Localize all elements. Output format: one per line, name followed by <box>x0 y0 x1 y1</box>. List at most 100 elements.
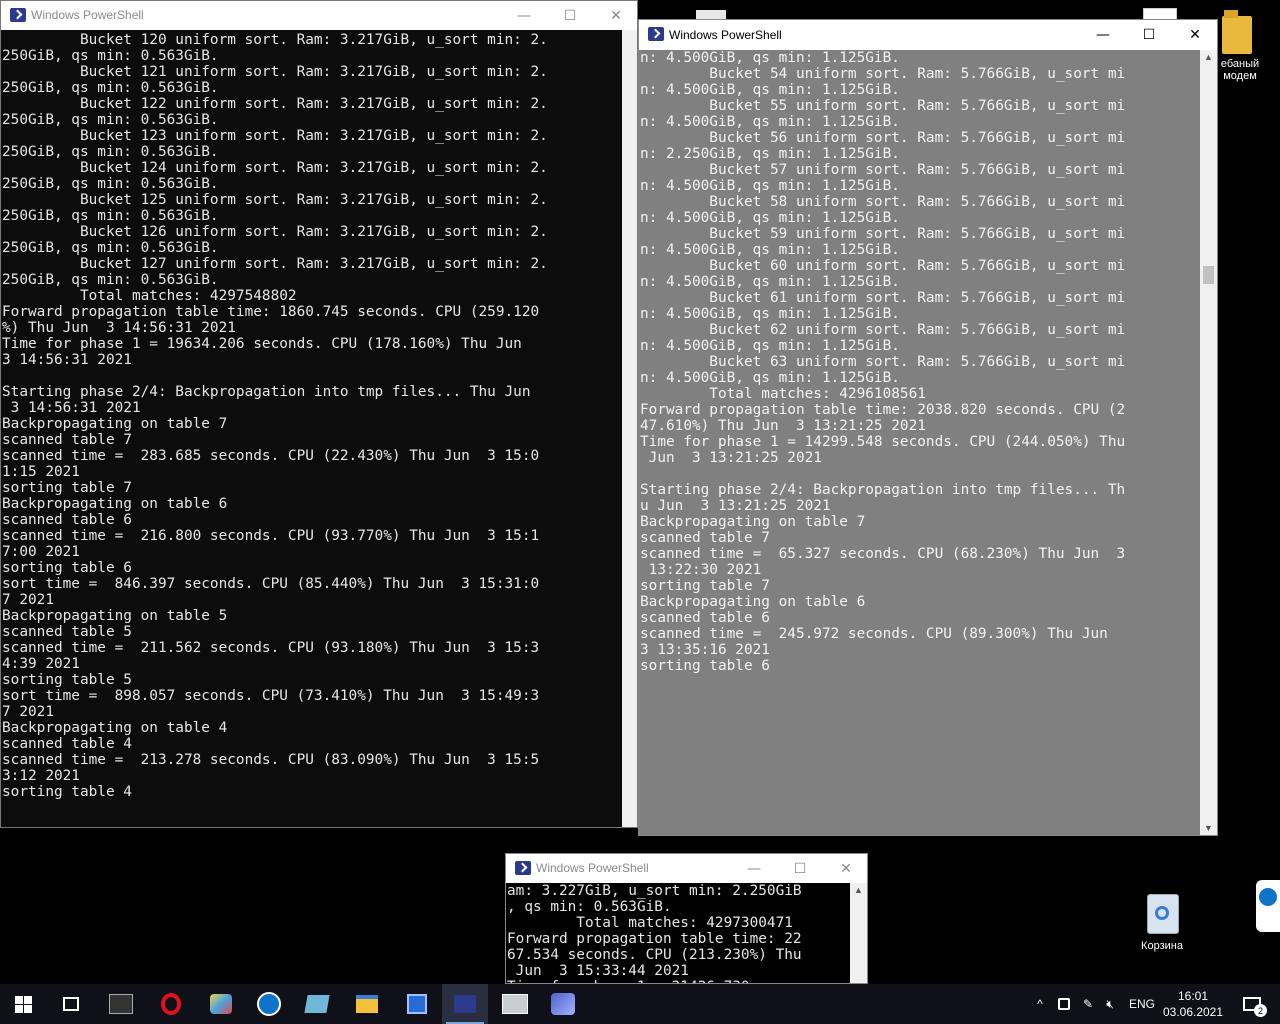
scroll-up-arrow[interactable]: ▲ <box>854 885 863 895</box>
scrollbar[interactable]: ▲ <box>850 883 867 983</box>
teamviewer-side-widget[interactable] <box>1256 880 1280 932</box>
console-line: 7:00 2021 <box>2 544 80 560</box>
console-line: scanned table 7 <box>640 530 770 546</box>
scroll-up-arrow[interactable]: ▲ <box>1204 52 1213 62</box>
powershell-icon <box>454 995 476 1013</box>
taskbar-app-blue[interactable] <box>294 984 340 1024</box>
minimize-button[interactable]: — <box>1080 20 1126 50</box>
scrollbar[interactable] <box>622 30 637 827</box>
teamviewer-icon <box>257 992 281 1016</box>
console-line: 250GiB, qs min: 0.563GiB. <box>2 48 219 64</box>
scroll-thumb[interactable] <box>1203 266 1214 284</box>
close-button[interactable]: ✕ <box>1172 20 1217 50</box>
tray-volume[interactable]: 🔇︎ <box>1100 984 1120 1024</box>
pen-icon: ✎ <box>1082 997 1094 1011</box>
folder-icon[interactable] <box>1222 10 1254 54</box>
console-line: 3 13:35:16 2021 <box>640 642 770 658</box>
start-button[interactable] <box>0 984 46 1024</box>
console-line: sort time = 898.057 seconds. CPU (73.410… <box>2 688 540 704</box>
console-line: 3 14:56:31 2021 <box>2 352 132 368</box>
tray-pen[interactable]: ✎ <box>1078 984 1098 1024</box>
console-line: n: 4.500GiB, qs min: 1.125GiB. <box>640 114 900 130</box>
taskbar-teamviewer[interactable] <box>246 984 292 1024</box>
console-line: Bucket 122 uniform sort. Ram: 3.217GiB, … <box>2 96 548 112</box>
close-button[interactable]: ✕ <box>823 854 867 883</box>
taskbar-save-app[interactable] <box>394 984 440 1024</box>
console-line: Bucket 63 uniform sort. Ram: 5.766GiB, u… <box>640 354 1126 370</box>
console-line: scanned time = 216.800 seconds. CPU (93.… <box>2 528 540 544</box>
minimize-button[interactable]: — <box>731 854 777 883</box>
console-line: scanned time = 213.278 seconds. CPU (83.… <box>2 752 540 768</box>
opera-icon <box>161 993 181 1015</box>
console-line: sorting table 7 <box>640 578 770 594</box>
tray-show-hidden[interactable]: ^ <box>1030 984 1050 1024</box>
powershell-window-left[interactable]: Windows PowerShell — ☐ ✕ Bucket 120 unif… <box>0 0 638 828</box>
scrollbar[interactable]: ▲ ▼ <box>1200 50 1217 835</box>
console-line: Bucket 125 uniform sort. Ram: 3.217GiB, … <box>2 192 548 208</box>
recycle-bin-icon[interactable] <box>1142 890 1182 934</box>
console-line: Bucket 121 uniform sort. Ram: 3.217GiB, … <box>2 64 548 80</box>
console-line: n: 4.500GiB, qs min: 1.125GiB. <box>640 82 900 98</box>
titlebar[interactable]: Windows PowerShell — ☐ ✕ <box>1 1 637 30</box>
taskbar-paint[interactable] <box>198 984 244 1024</box>
console-line: Bucket 126 uniform sort. Ram: 3.217GiB, … <box>2 224 548 240</box>
folder-label: ебаный модем <box>1220 58 1260 82</box>
console-line: 250GiB, qs min: 0.563GiB. <box>2 272 219 288</box>
taskbar: ^ ✎ 🔇︎ ENG 16:01 03.06.2021 2 <box>0 984 1280 1024</box>
window-title: Windows PowerShell <box>669 28 782 42</box>
minimize-button[interactable]: — <box>501 1 547 30</box>
maximize-button[interactable]: ☐ <box>547 1 593 30</box>
titlebar[interactable]: Windows PowerShell — ☐ ✕ <box>639 20 1217 50</box>
tray-language[interactable]: ENG <box>1124 984 1160 1024</box>
taskbar-opera[interactable] <box>148 984 194 1024</box>
tray-notifications[interactable]: 2 <box>1232 984 1272 1024</box>
console-line: 7 2021 <box>2 704 54 720</box>
taskbar-app-grey[interactable] <box>492 984 538 1024</box>
console-line: scanned table 5 <box>2 624 132 640</box>
tray-network[interactable] <box>1054 984 1074 1024</box>
console-output[interactable]: am: 3.227GiB, u_sort min: 2.250GiB, qs m… <box>507 883 802 983</box>
console-output[interactable]: n: 4.500GiB, qs min: 1.125GiB. Bucket 54… <box>640 50 1125 674</box>
taskbar-app-purple[interactable] <box>540 984 586 1024</box>
app-disc-icon <box>551 993 575 1015</box>
maximize-button[interactable]: ☐ <box>1126 20 1172 50</box>
app-icon <box>304 995 330 1013</box>
taskbar-file-explorer[interactable] <box>344 984 390 1024</box>
console-line: Bucket 127 uniform sort. Ram: 3.217GiB, … <box>2 256 548 272</box>
console-line: Backpropagating on table 6 <box>2 496 228 512</box>
taskbar-terminal[interactable] <box>98 984 144 1024</box>
console-line: Time for phase 1 = 19634.206 seconds. CP… <box>2 336 522 352</box>
titlebar[interactable]: Windows PowerShell — ☐ ✕ <box>506 854 867 883</box>
volume-muted-icon: 🔇︎ <box>1106 996 1114 1011</box>
console-line: Starting phase 2/4: Backpropagation into… <box>2 384 531 400</box>
console-line: Backpropagating on table 5 <box>2 608 228 624</box>
tray-clock[interactable]: 16:01 03.06.2021 <box>1160 984 1226 1024</box>
console-output[interactable]: Bucket 120 uniform sort. Ram: 3.217GiB, … <box>2 32 548 800</box>
console-line: 1:15 2021 <box>2 464 80 480</box>
window-title: Windows PowerShell <box>536 861 649 875</box>
console-line: n: 4.500GiB, qs min: 1.125GiB. <box>640 50 900 66</box>
taskbar-powershell[interactable] <box>442 984 488 1024</box>
maximize-button[interactable]: ☐ <box>777 854 823 883</box>
console-line: Bucket 124 uniform sort. Ram: 3.217GiB, … <box>2 160 548 176</box>
console-line: Backpropagating on table 7 <box>640 514 866 530</box>
console-line: 3:12 2021 <box>2 768 80 784</box>
windows-logo-icon <box>14 995 32 1013</box>
chevron-up-icon: ^ <box>1037 997 1043 1011</box>
paint-icon <box>210 994 232 1014</box>
console-line: Jun 3 13:21:25 2021 <box>640 450 822 466</box>
network-icon <box>1058 998 1070 1010</box>
powershell-window-right[interactable]: Windows PowerShell — ☐ ✕ n: 4.500GiB, qs… <box>638 19 1218 836</box>
console-line: Bucket 55 uniform sort. Ram: 5.766GiB, u… <box>640 98 1126 114</box>
console-line: n: 4.500GiB, qs min: 1.125GiB. <box>640 242 900 258</box>
task-view-button[interactable] <box>48 984 94 1024</box>
close-button[interactable]: ✕ <box>593 1 637 30</box>
console-line: Jun 3 15:33:44 2021 <box>507 963 689 979</box>
scroll-down-arrow[interactable]: ▼ <box>1204 823 1213 833</box>
console-line: 250GiB, qs min: 0.563GiB. <box>2 144 219 160</box>
powershell-window-small[interactable]: Windows PowerShell — ☐ ✕ am: 3.227GiB, u… <box>505 853 868 984</box>
powershell-icon <box>515 861 531 875</box>
window-title: Windows PowerShell <box>31 8 144 22</box>
